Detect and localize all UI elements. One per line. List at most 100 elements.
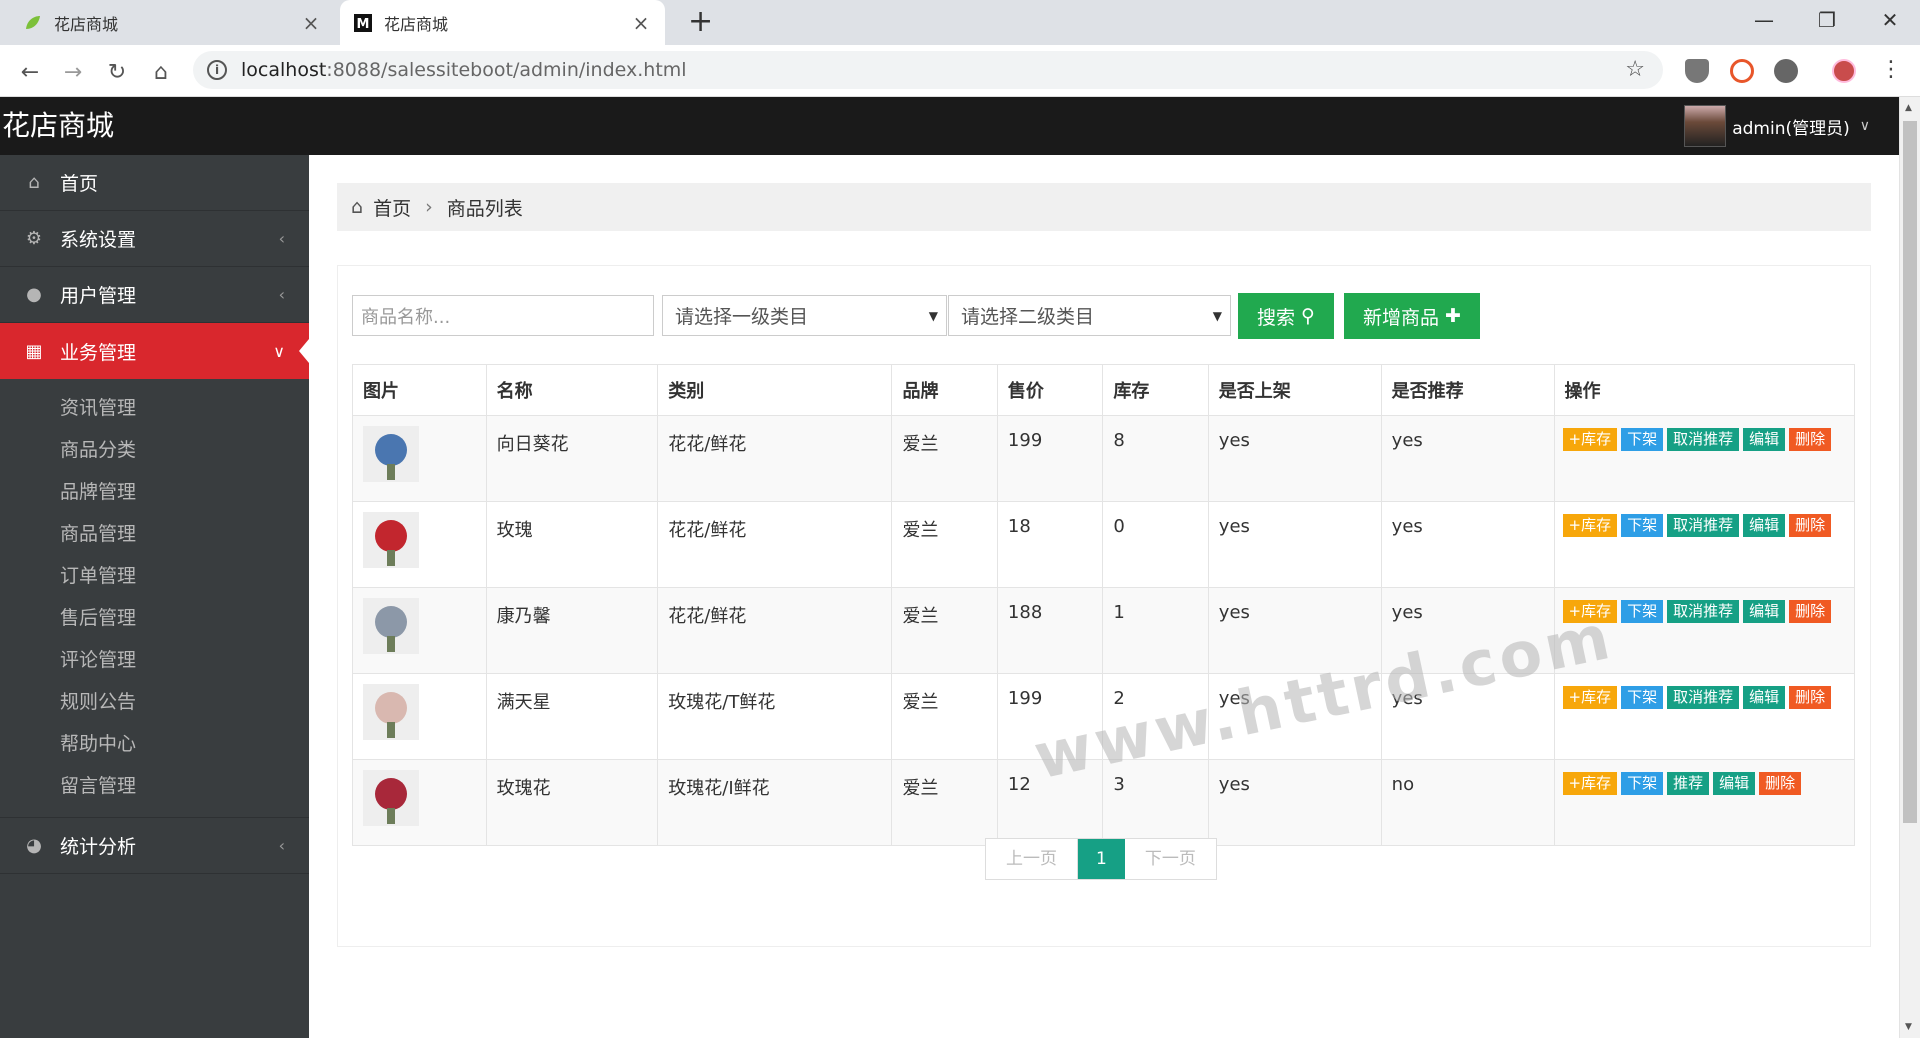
sidebar-item-system-settings[interactable]: ⚙ 系统设置 ‹ bbox=[0, 211, 309, 267]
search-icon: ⚲ bbox=[1301, 305, 1315, 327]
add-stock-button[interactable]: +库存 bbox=[1562, 514, 1618, 537]
shield-extension-icon[interactable] bbox=[1685, 59, 1709, 83]
delete-button[interactable]: 删除 bbox=[1789, 600, 1832, 623]
edit-button[interactable]: 编辑 bbox=[1713, 772, 1756, 795]
flower-bouquet-icon bbox=[375, 434, 407, 466]
forward-arrow-icon[interactable]: → bbox=[58, 57, 88, 87]
home-icon[interactable]: ⌂ bbox=[146, 57, 176, 87]
browser-tab-1[interactable]: M 花店商城 × bbox=[340, 0, 665, 45]
address-bar[interactable]: i localhost:8088/salessiteboot/admin/ind… bbox=[193, 51, 1663, 89]
delete-button[interactable]: 删除 bbox=[1789, 514, 1832, 537]
image-cell bbox=[352, 759, 487, 846]
sidebar-subitem[interactable]: 售后管理 bbox=[0, 597, 309, 639]
recommend-toggle-button[interactable]: 取消推荐 bbox=[1667, 600, 1740, 623]
edit-button[interactable]: 编辑 bbox=[1743, 428, 1786, 451]
product-table: 图片 名称 类别 品牌 售价 库存 是否上架 是否推荐 操作 向日葵花 花花/鲜花… bbox=[352, 364, 1856, 846]
back-arrow-icon[interactable]: ← bbox=[15, 57, 45, 87]
select-value: 请选择二级类目 bbox=[961, 306, 1095, 328]
browser-tab-strip: 花店商城 × M 花店商城 × + — ❐ ✕ bbox=[0, 0, 1920, 45]
close-tab-icon[interactable]: × bbox=[301, 11, 321, 35]
sidebar-subitem[interactable]: 规则公告 bbox=[0, 681, 309, 723]
add-stock-button[interactable]: +库存 bbox=[1562, 686, 1618, 709]
unpublish-button[interactable]: 下架 bbox=[1621, 686, 1664, 709]
breadcrumb: ⌂ 首页 › 商品列表 bbox=[337, 183, 1871, 231]
main-content: ⌂ 首页 › 商品列表 商品名称... 请选择一级类目 ▼ 请选择二级类目 ▼ … bbox=[309, 155, 1899, 1038]
sidebar-item-home[interactable]: ⌂ 首页 bbox=[0, 155, 309, 211]
close-tab-icon[interactable]: × bbox=[631, 11, 651, 35]
product-name-search-input[interactable]: 商品名称... bbox=[352, 295, 654, 336]
user-menu[interactable]: admin(管理员) ∨ bbox=[1684, 105, 1870, 147]
edit-button[interactable]: 编辑 bbox=[1743, 600, 1786, 623]
close-window-button[interactable]: ✕ bbox=[1858, 0, 1920, 40]
sidebar-item-business-management[interactable]: ▦ 业务管理 ∨ bbox=[0, 323, 309, 379]
edit-button[interactable]: 编辑 bbox=[1743, 514, 1786, 537]
extension-icon[interactable] bbox=[1774, 59, 1798, 83]
scroll-up-arrow-icon[interactable]: ▲ bbox=[1905, 103, 1912, 113]
profile-avatar-icon[interactable] bbox=[1832, 59, 1856, 83]
sidebar-item-label: 统计分析 bbox=[60, 836, 137, 858]
flower-bouquet-icon bbox=[375, 520, 407, 552]
unpublish-button[interactable]: 下架 bbox=[1621, 600, 1664, 623]
url-host: localhost bbox=[241, 59, 327, 81]
breadcrumb-home[interactable]: 首页 bbox=[373, 194, 411, 221]
operations-cell: +库存 下架 取消推荐 编辑 删除 bbox=[1553, 415, 1856, 502]
dashboard-icon: ◕ bbox=[26, 835, 42, 856]
edit-button[interactable]: 编辑 bbox=[1743, 686, 1786, 709]
browser-tab-0[interactable]: 花店商城 × bbox=[10, 0, 335, 45]
sidebar-subitem[interactable]: 评论管理 bbox=[0, 639, 309, 681]
cell-price: 199 bbox=[996, 415, 1104, 502]
table-row: 康乃馨 花花/鲜花 爱兰 188 1 yes yes +库存 下架 取消推荐 编辑 删除 bbox=[352, 587, 1856, 674]
bookmark-star-icon[interactable]: ☆ bbox=[1625, 57, 1645, 82]
delete-button[interactable]: 删除 bbox=[1789, 686, 1832, 709]
sidebar-subitem[interactable]: 商品管理 bbox=[0, 513, 309, 555]
chevron-left-icon: ‹ bbox=[278, 836, 285, 855]
recommend-toggle-button[interactable]: 取消推荐 bbox=[1667, 686, 1740, 709]
scrollbar-thumb[interactable] bbox=[1903, 121, 1917, 823]
browser-toolbar: ← → ↻ ⌂ i localhost:8088/salessiteboot/a… bbox=[0, 45, 1920, 97]
sidebar-subitem[interactable]: 品牌管理 bbox=[0, 471, 309, 513]
add-button-label: 新增商品 bbox=[1363, 306, 1440, 329]
sidebar-subitem[interactable]: 帮助中心 bbox=[0, 723, 309, 765]
unpublish-button[interactable]: 下架 bbox=[1621, 428, 1664, 451]
add-stock-button[interactable]: +库存 bbox=[1562, 428, 1618, 451]
svg-text:M: M bbox=[357, 17, 370, 32]
sidebar-subitem[interactable]: 商品分类 bbox=[0, 429, 309, 471]
cell-on-sale: yes bbox=[1207, 587, 1382, 674]
reload-icon[interactable]: ↻ bbox=[102, 57, 132, 87]
page-1-button[interactable]: 1 bbox=[1078, 839, 1125, 879]
prev-page-button[interactable]: 上一页 bbox=[986, 839, 1078, 879]
infinity-extension-icon[interactable] bbox=[1730, 59, 1754, 83]
add-stock-button[interactable]: +库存 bbox=[1562, 772, 1618, 795]
restore-button[interactable]: ❐ bbox=[1795, 0, 1859, 40]
delete-button[interactable]: 删除 bbox=[1789, 428, 1832, 451]
next-page-button[interactable]: 下一页 bbox=[1124, 839, 1216, 879]
sidebar-item-statistics[interactable]: ◕ 统计分析 ‹ bbox=[0, 818, 309, 874]
unpublish-button[interactable]: 下架 bbox=[1621, 772, 1664, 795]
minimize-button[interactable]: — bbox=[1732, 0, 1796, 40]
site-info-icon[interactable]: i bbox=[207, 60, 227, 80]
unpublish-button[interactable]: 下架 bbox=[1621, 514, 1664, 537]
page-scrollbar[interactable]: ▲ ▼ bbox=[1899, 97, 1920, 1038]
sidebar-item-user-management[interactable]: ● 用户管理 ‹ bbox=[0, 267, 309, 323]
cell-stock: 3 bbox=[1102, 759, 1209, 846]
sidebar-subitem[interactable]: 订单管理 bbox=[0, 555, 309, 597]
recommend-toggle-button[interactable]: 推荐 bbox=[1667, 772, 1710, 795]
search-button[interactable]: 搜索 ⚲ bbox=[1238, 293, 1334, 339]
recommend-toggle-button[interactable]: 取消推荐 bbox=[1667, 428, 1740, 451]
category-level-2-select[interactable]: 请选择二级类目 ▼ bbox=[948, 295, 1231, 336]
sidebar-subitem[interactable]: 留言管理 bbox=[0, 765, 309, 807]
browser-menu-icon[interactable]: ⋮ bbox=[1880, 57, 1902, 82]
new-tab-button[interactable]: + bbox=[688, 7, 713, 37]
add-product-button[interactable]: 新增商品 ✚ bbox=[1344, 293, 1480, 339]
operations-cell: +库存 下架 取消推荐 编辑 删除 bbox=[1553, 587, 1856, 674]
sidebar-subitem[interactable]: 资讯管理 bbox=[0, 387, 309, 429]
category-level-1-select[interactable]: 请选择一级类目 ▼ bbox=[662, 295, 947, 336]
add-stock-button[interactable]: +库存 bbox=[1562, 600, 1618, 623]
image-cell bbox=[352, 587, 487, 674]
flower-bouquet-icon bbox=[375, 692, 407, 724]
chevron-left-icon: ‹ bbox=[278, 229, 285, 248]
scroll-down-arrow-icon[interactable]: ▼ bbox=[1905, 1022, 1912, 1032]
delete-button[interactable]: 删除 bbox=[1759, 772, 1802, 795]
recommend-toggle-button[interactable]: 取消推荐 bbox=[1667, 514, 1740, 537]
column-header: 是否推荐 bbox=[1380, 364, 1555, 416]
